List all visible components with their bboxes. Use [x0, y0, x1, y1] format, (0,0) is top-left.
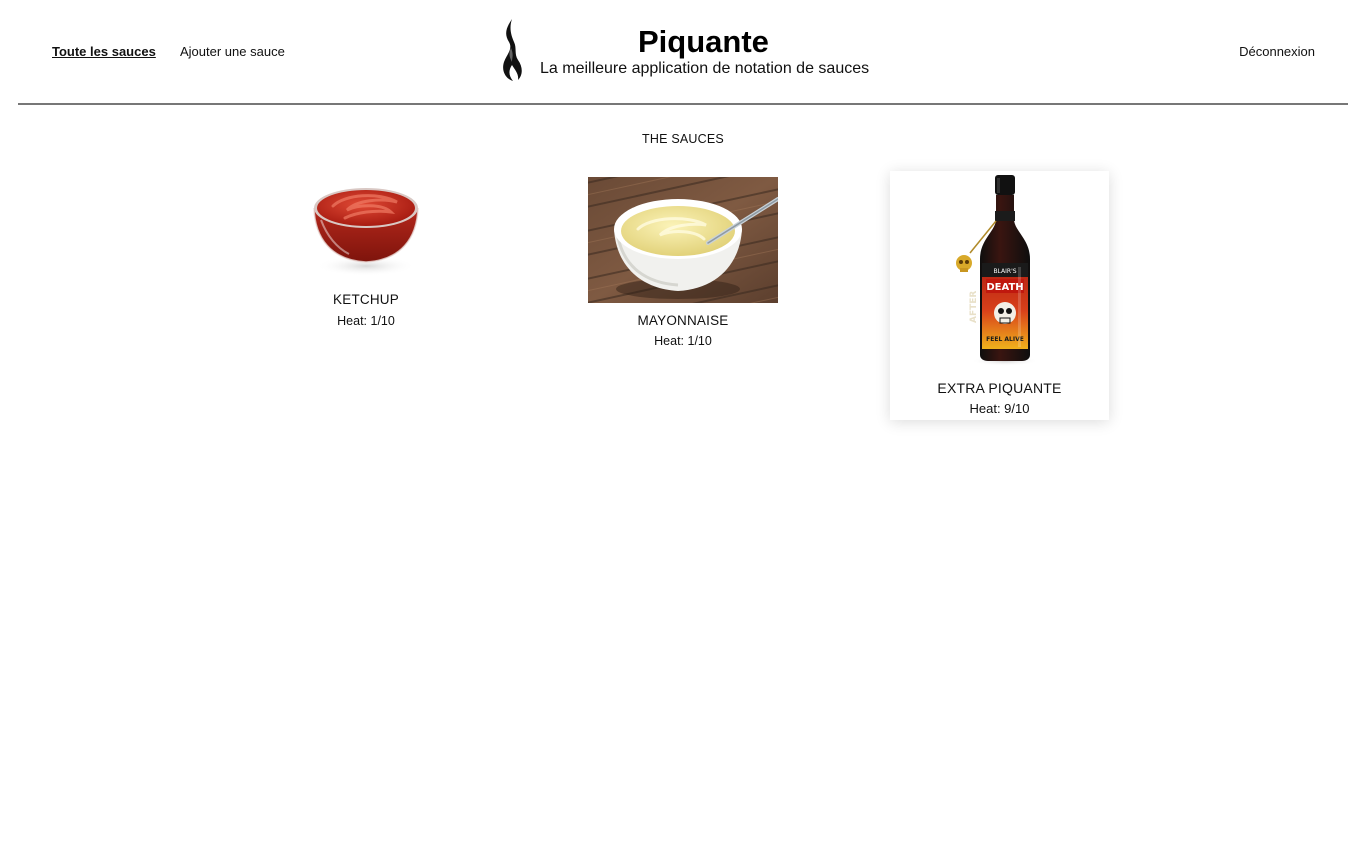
sauce-card-mayonnaise[interactable]: MAYONNAISE Heat: 1/10 — [586, 176, 780, 352]
svg-text:BLAIR'S: BLAIR'S — [993, 268, 1016, 275]
mayonnaise-bowl-image — [588, 177, 778, 303]
sauce-name: KETCHUP — [333, 292, 399, 307]
app-title: Piquante — [638, 24, 769, 59]
sauce-heat: Heat: 1/10 — [337, 314, 395, 328]
logout-link[interactable]: Déconnexion — [1239, 44, 1315, 60]
sauce-card-extra-piquante[interactable]: BLAIR'S DEATH FEEL ALIVE AFTER EXTRA PIQ… — [890, 171, 1109, 420]
section-title: THE SAUCES — [642, 132, 724, 146]
brand: Piquante La meilleure application de not… — [500, 16, 880, 86]
app-header: Toute les sauces Ajouter une sauce Piqua… — [0, 0, 1366, 104]
sauce-heat: Heat: 1/10 — [654, 334, 712, 348]
svg-text:AFTER: AFTER — [969, 291, 979, 323]
sauce-card-ketchup[interactable]: KETCHUP Heat: 1/10 — [299, 172, 433, 332]
nav-add-sauce-link[interactable]: Ajouter une sauce — [180, 44, 285, 60]
app-subtitle: La meilleure application de notation de … — [540, 60, 870, 77]
nav-all-sauces-link[interactable]: Toute les sauces — [52, 44, 156, 60]
hot-sauce-bottle-image: BLAIR'S DEATH FEEL ALIVE AFTER — [940, 175, 1060, 367]
page: Toute les sauces Ajouter une sauce Piqua… — [0, 0, 1366, 844]
sauce-heat: Heat: 9/10 — [969, 401, 1030, 416]
sauce-name: EXTRA PIQUANTE — [937, 380, 1062, 396]
header-divider — [18, 103, 1348, 105]
ketchup-bowl-image — [309, 176, 423, 280]
sauce-name: MAYONNAISE — [637, 313, 729, 328]
flame-icon — [503, 19, 522, 81]
